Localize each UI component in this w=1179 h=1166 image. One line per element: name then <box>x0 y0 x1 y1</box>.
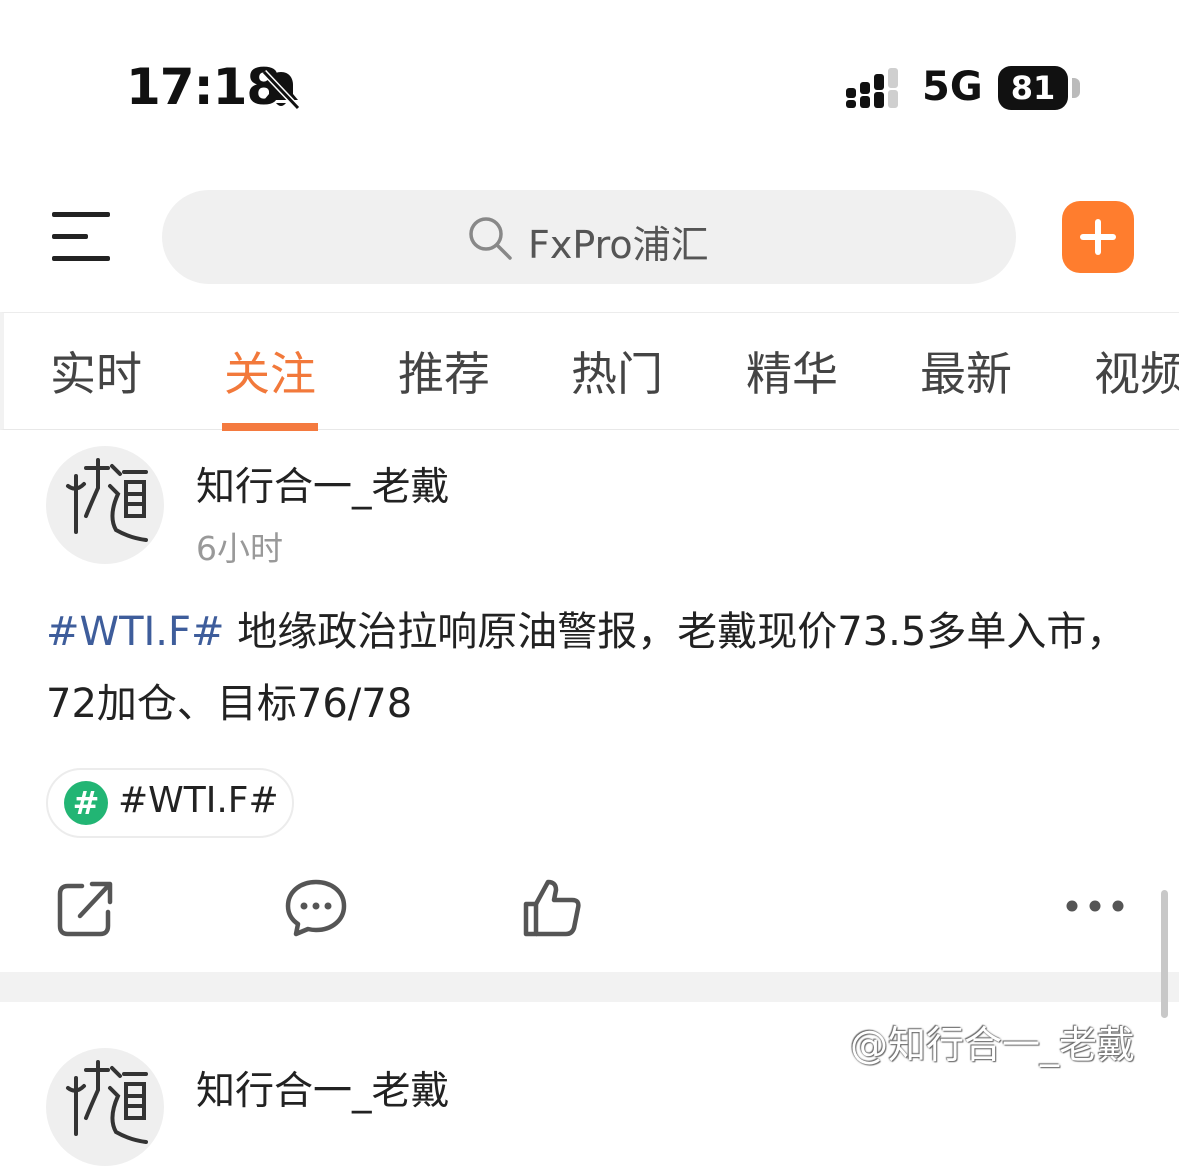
post-body: #WTI.F# 地缘政治拉响原油警报，老戴现价73.5多单入市，72加仓、目标7… <box>46 596 1141 740</box>
battery-tip <box>1072 78 1080 98</box>
tab-following[interactable]: 关注 <box>224 338 316 404</box>
battery-level: 81 <box>998 66 1068 110</box>
post-time: 6小时 <box>196 529 283 568</box>
bell-slash-icon <box>261 69 301 111</box>
avatar[interactable] <box>46 1048 164 1166</box>
hashtag-icon: # <box>64 781 108 825</box>
post-author[interactable]: 知行合一_老戴 <box>196 1060 450 1116</box>
more-icon[interactable] <box>1064 894 1126 918</box>
signal-icon <box>846 68 898 108</box>
share-icon[interactable] <box>54 876 118 940</box>
search-icon <box>469 217 512 260</box>
tab-featured[interactable]: 精华 <box>746 338 838 404</box>
active-tab-indicator <box>222 423 318 431</box>
post-hashtag[interactable]: #WTI.F# <box>46 609 225 655</box>
post-divider <box>0 972 1179 1002</box>
tab-video[interactable]: 视频 <box>1094 338 1179 404</box>
tab-hot[interactable]: 热门 <box>571 338 663 404</box>
add-button[interactable] <box>1062 201 1134 273</box>
plus-icon <box>1080 219 1116 255</box>
watermark: @知行合一_老戴 <box>850 1023 1136 1067</box>
calligraphy-logo <box>66 1060 148 1144</box>
topic-chip-label: #WTI.F# <box>118 780 279 821</box>
tab-latest[interactable]: 最新 <box>920 338 1012 404</box>
post-author[interactable]: 知行合一_老戴 <box>196 456 450 512</box>
tab-recommended[interactable]: 推荐 <box>398 338 490 404</box>
network-type: 5G <box>922 64 983 110</box>
calligraphy-logo <box>66 458 148 542</box>
comment-icon[interactable] <box>284 876 348 940</box>
scrollbar[interactable] <box>1161 890 1168 1018</box>
like-icon[interactable] <box>520 876 584 940</box>
avatar[interactable] <box>46 446 164 564</box>
menu-icon[interactable] <box>48 206 112 266</box>
tab-realtime[interactable]: 实时 <box>50 338 142 404</box>
search-placeholder: FxPro浦汇 <box>528 223 709 267</box>
